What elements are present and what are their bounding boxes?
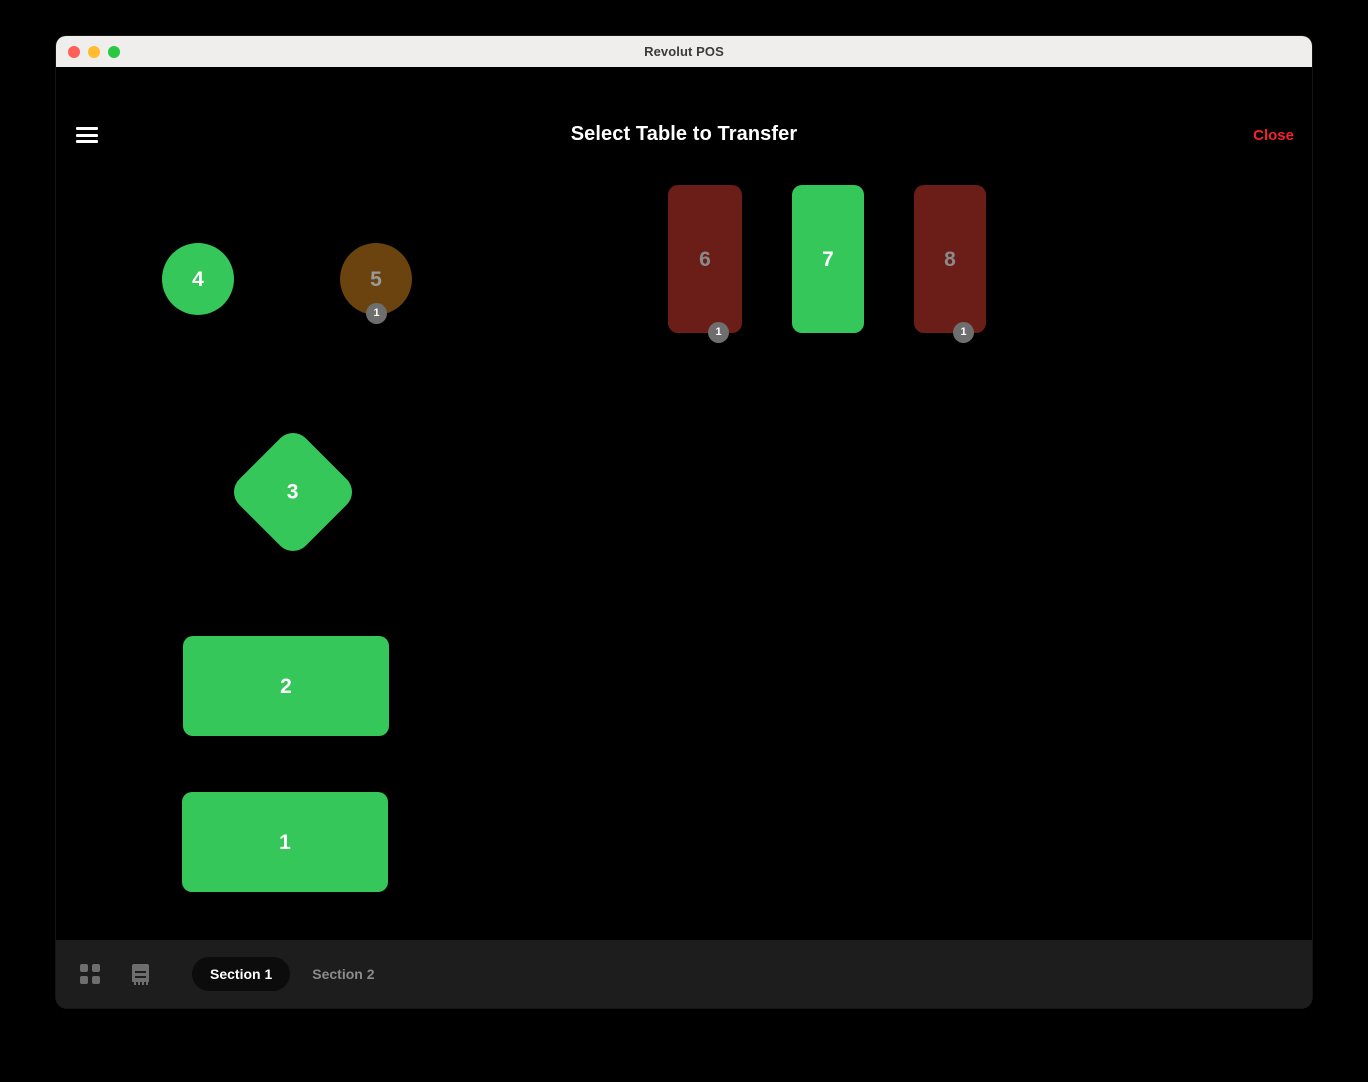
section-tab-2[interactable]: Section 2 xyxy=(294,957,392,991)
window-titlebar: Revolut POS xyxy=(56,36,1312,67)
table-1-shape[interactable]: 1 xyxy=(182,792,388,892)
table-4[interactable]: 4 xyxy=(162,243,234,315)
table-4-label: 4 xyxy=(192,267,204,291)
page-title: Select Table to Transfer xyxy=(570,123,798,145)
table-3[interactable]: 3 xyxy=(226,425,360,559)
table-6-guest-badge: 1 xyxy=(708,322,729,343)
table-2-shape[interactable]: 2 xyxy=(183,636,389,736)
window-minimize-button[interactable] xyxy=(88,45,100,58)
table-5[interactable]: 51 xyxy=(340,243,412,324)
app-content: Select Table to Transfer Close 451617813… xyxy=(56,67,1312,1008)
floorplan-canvas: 45161781321 xyxy=(56,145,1312,940)
close-button[interactable]: Close xyxy=(1253,127,1294,144)
table-8-label: 8 xyxy=(944,247,956,271)
window-title: Revolut POS xyxy=(644,44,724,59)
window-controls xyxy=(68,36,120,67)
screen: Revolut POS Select Table to Transfer Clo… xyxy=(0,0,1368,1082)
table-8-shape[interactable]: 8 xyxy=(914,185,986,333)
table-8-guest-badge: 1 xyxy=(953,322,974,343)
table-7-shape[interactable]: 7 xyxy=(792,185,864,333)
app-header: Select Table to Transfer Close xyxy=(56,67,1312,145)
window-maximize-button[interactable] xyxy=(108,45,120,58)
table-2[interactable]: 2 xyxy=(183,636,389,736)
section-tab-1[interactable]: Section 1 xyxy=(192,957,291,991)
table-3-shape[interactable]: 3 xyxy=(226,425,360,559)
table-5-guest-badge: 1 xyxy=(366,303,387,324)
table-5-label: 5 xyxy=(370,267,382,291)
window-close-button[interactable] xyxy=(68,45,80,58)
table-2-label: 2 xyxy=(280,674,292,698)
table-4-shape[interactable]: 4 xyxy=(162,243,234,315)
receipt-icon[interactable] xyxy=(132,961,158,987)
table-6[interactable]: 61 xyxy=(668,185,742,343)
app-window: Revolut POS Select Table to Transfer Clo… xyxy=(56,36,1312,1008)
table-7-label: 7 xyxy=(822,247,834,271)
table-6-shape[interactable]: 6 xyxy=(668,185,742,333)
table-8[interactable]: 81 xyxy=(914,185,986,343)
table-6-label: 6 xyxy=(699,247,711,271)
bottom-toolbar: Section 1 Section 2 xyxy=(56,940,1312,1008)
section-tabs: Section 1 Section 2 xyxy=(192,957,393,991)
table-1[interactable]: 1 xyxy=(182,792,388,892)
table-1-label: 1 xyxy=(279,830,291,854)
grid-view-icon[interactable] xyxy=(80,961,106,987)
table-3-label: 3 xyxy=(287,480,299,504)
table-7[interactable]: 7 xyxy=(792,185,864,333)
